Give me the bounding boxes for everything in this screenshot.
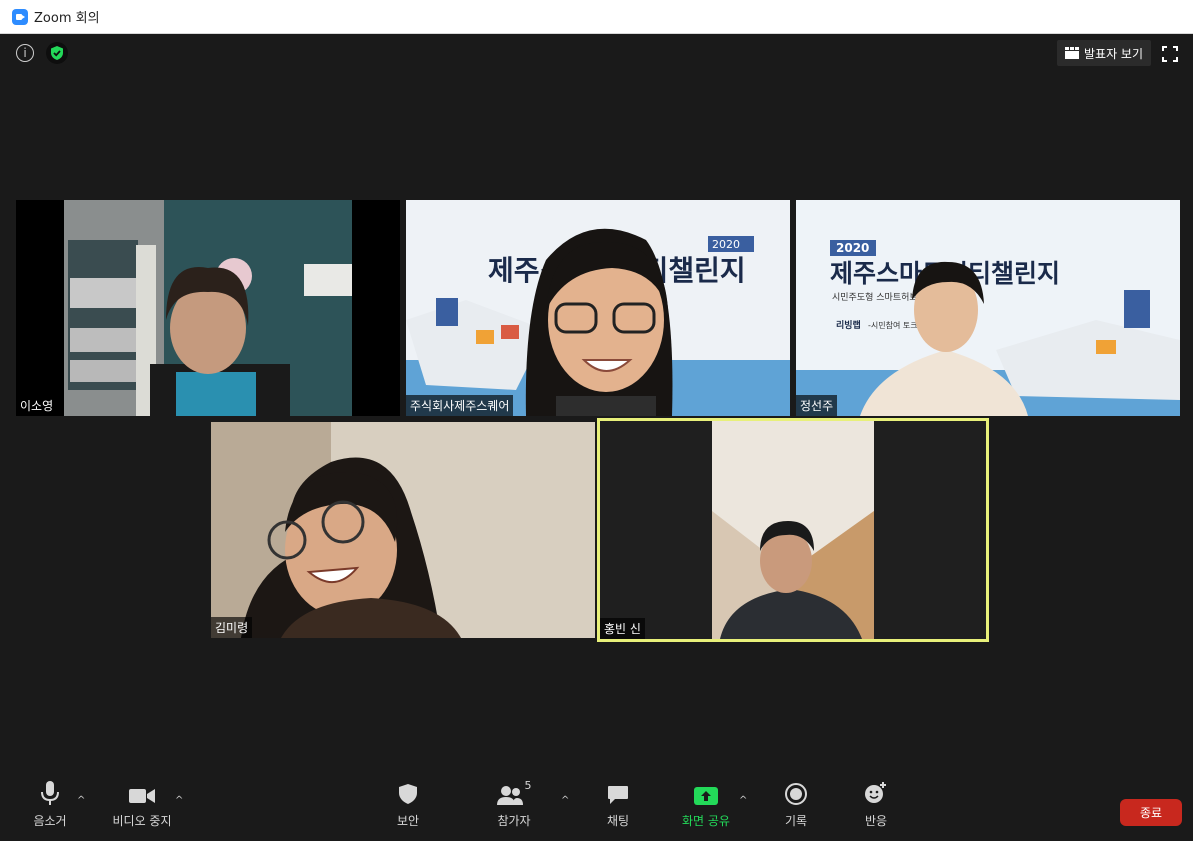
info-icon[interactable]: i [16,44,34,62]
share-screen-icon [694,787,718,805]
participant-name-label: 주식회사제주스퀘어 [406,395,514,416]
slide-badge: 리빙랩 [836,319,861,331]
record-button[interactable]: 기록 [756,775,836,829]
participant-4-video [211,422,595,638]
audio-options-chevron-up-icon[interactable]: ^ [77,795,85,806]
slide-year: 2020 [836,241,869,255]
chat-label: 채팅 [606,814,630,828]
video-options-chevron-up-icon[interactable]: ^ [175,795,183,806]
participants-button[interactable]: 5 참가자 [474,775,554,829]
security-button[interactable]: 보안 [368,775,448,829]
video-camera-icon [129,789,155,803]
participant-1-video [64,200,352,416]
video-tile-participant-4[interactable]: 김미령 [211,422,595,638]
reactions-smile-icon [865,782,886,803]
participant-3-video: 2020 제주스마트시티챌린지 시민주도형 스마트허브 기반 리빙랩 -시민참여… [796,200,1180,416]
slide-tagline: -시민참여 토크- [868,320,921,330]
reactions-button[interactable]: 반응 [836,775,916,829]
reactions-label: 반응 [864,814,888,828]
share-screen-label: 화면 공유 [682,814,730,828]
meeting-area: i 발표자 보기 이소영 2020 주식회사제주스퀘어 2020 시민주도형 스… [4,34,1193,841]
participants-count: 5 [524,779,532,792]
participants-options-chevron-up-icon[interactable]: ^ [561,795,569,806]
speaker-view-icon [1065,47,1079,59]
slide-year: 2020 [712,238,740,251]
mute-label: 음소거 [33,814,67,828]
speaker-view-label: 발표자 보기 [1084,46,1144,61]
stop-video-button[interactable]: 비디오 중지 [102,775,182,829]
microphone-icon [41,781,59,805]
video-tile-participant-1[interactable]: 이소영 [16,200,400,416]
meeting-toolbar: 음소거 ^ 비디오 중지 ^ 보안 5 참가자 ^ 채팅 화면 공유 ^ 기록 [4,775,1193,841]
window-title: Zoom 회의 [34,11,100,26]
participant-name-label: 이소영 [16,395,58,416]
participant-name-label: 홍빈 신 [600,618,645,639]
participant-name-label: 정선주 [796,395,838,416]
record-label: 기록 [784,814,808,828]
video-tile-participant-3[interactable]: 2020 제주스마트시티챌린지 시민주도형 스마트허브 기반 리빙랩 -시민참여… [796,200,1180,416]
participant-name-label: 김미령 [211,617,253,638]
zoom-logo-icon [12,8,28,25]
stop-video-label: 비디오 중지 [112,814,172,828]
participant-2-video: 2020 제주스마트시티챌린지 [406,200,790,416]
share-options-chevron-up-icon[interactable]: ^ [739,795,747,806]
chat-icon [608,786,628,804]
speaker-view-button[interactable]: 발표자 보기 [1057,40,1152,66]
shield-check-icon[interactable] [46,42,68,64]
participant-5-video [712,421,874,639]
end-meeting-button[interactable]: 종료 [1120,799,1182,826]
video-tile-participant-2[interactable]: 2020 제주스마트시티챌린지 주식회사제주스퀘어 [406,200,790,416]
window-titlebar: Zoom 회의 [0,0,1193,34]
record-icon [785,783,807,805]
participants-icon [496,786,523,805]
security-label: 보안 [396,814,420,828]
video-tile-participant-5-active-speaker[interactable]: 홍빈 신 [597,418,989,642]
chat-button[interactable]: 채팅 [578,775,658,829]
fullscreen-icon[interactable] [1162,46,1178,62]
share-screen-button[interactable]: 화면 공유 [666,775,746,829]
participants-label: 참가자 [497,814,531,828]
shield-icon [399,784,417,804]
